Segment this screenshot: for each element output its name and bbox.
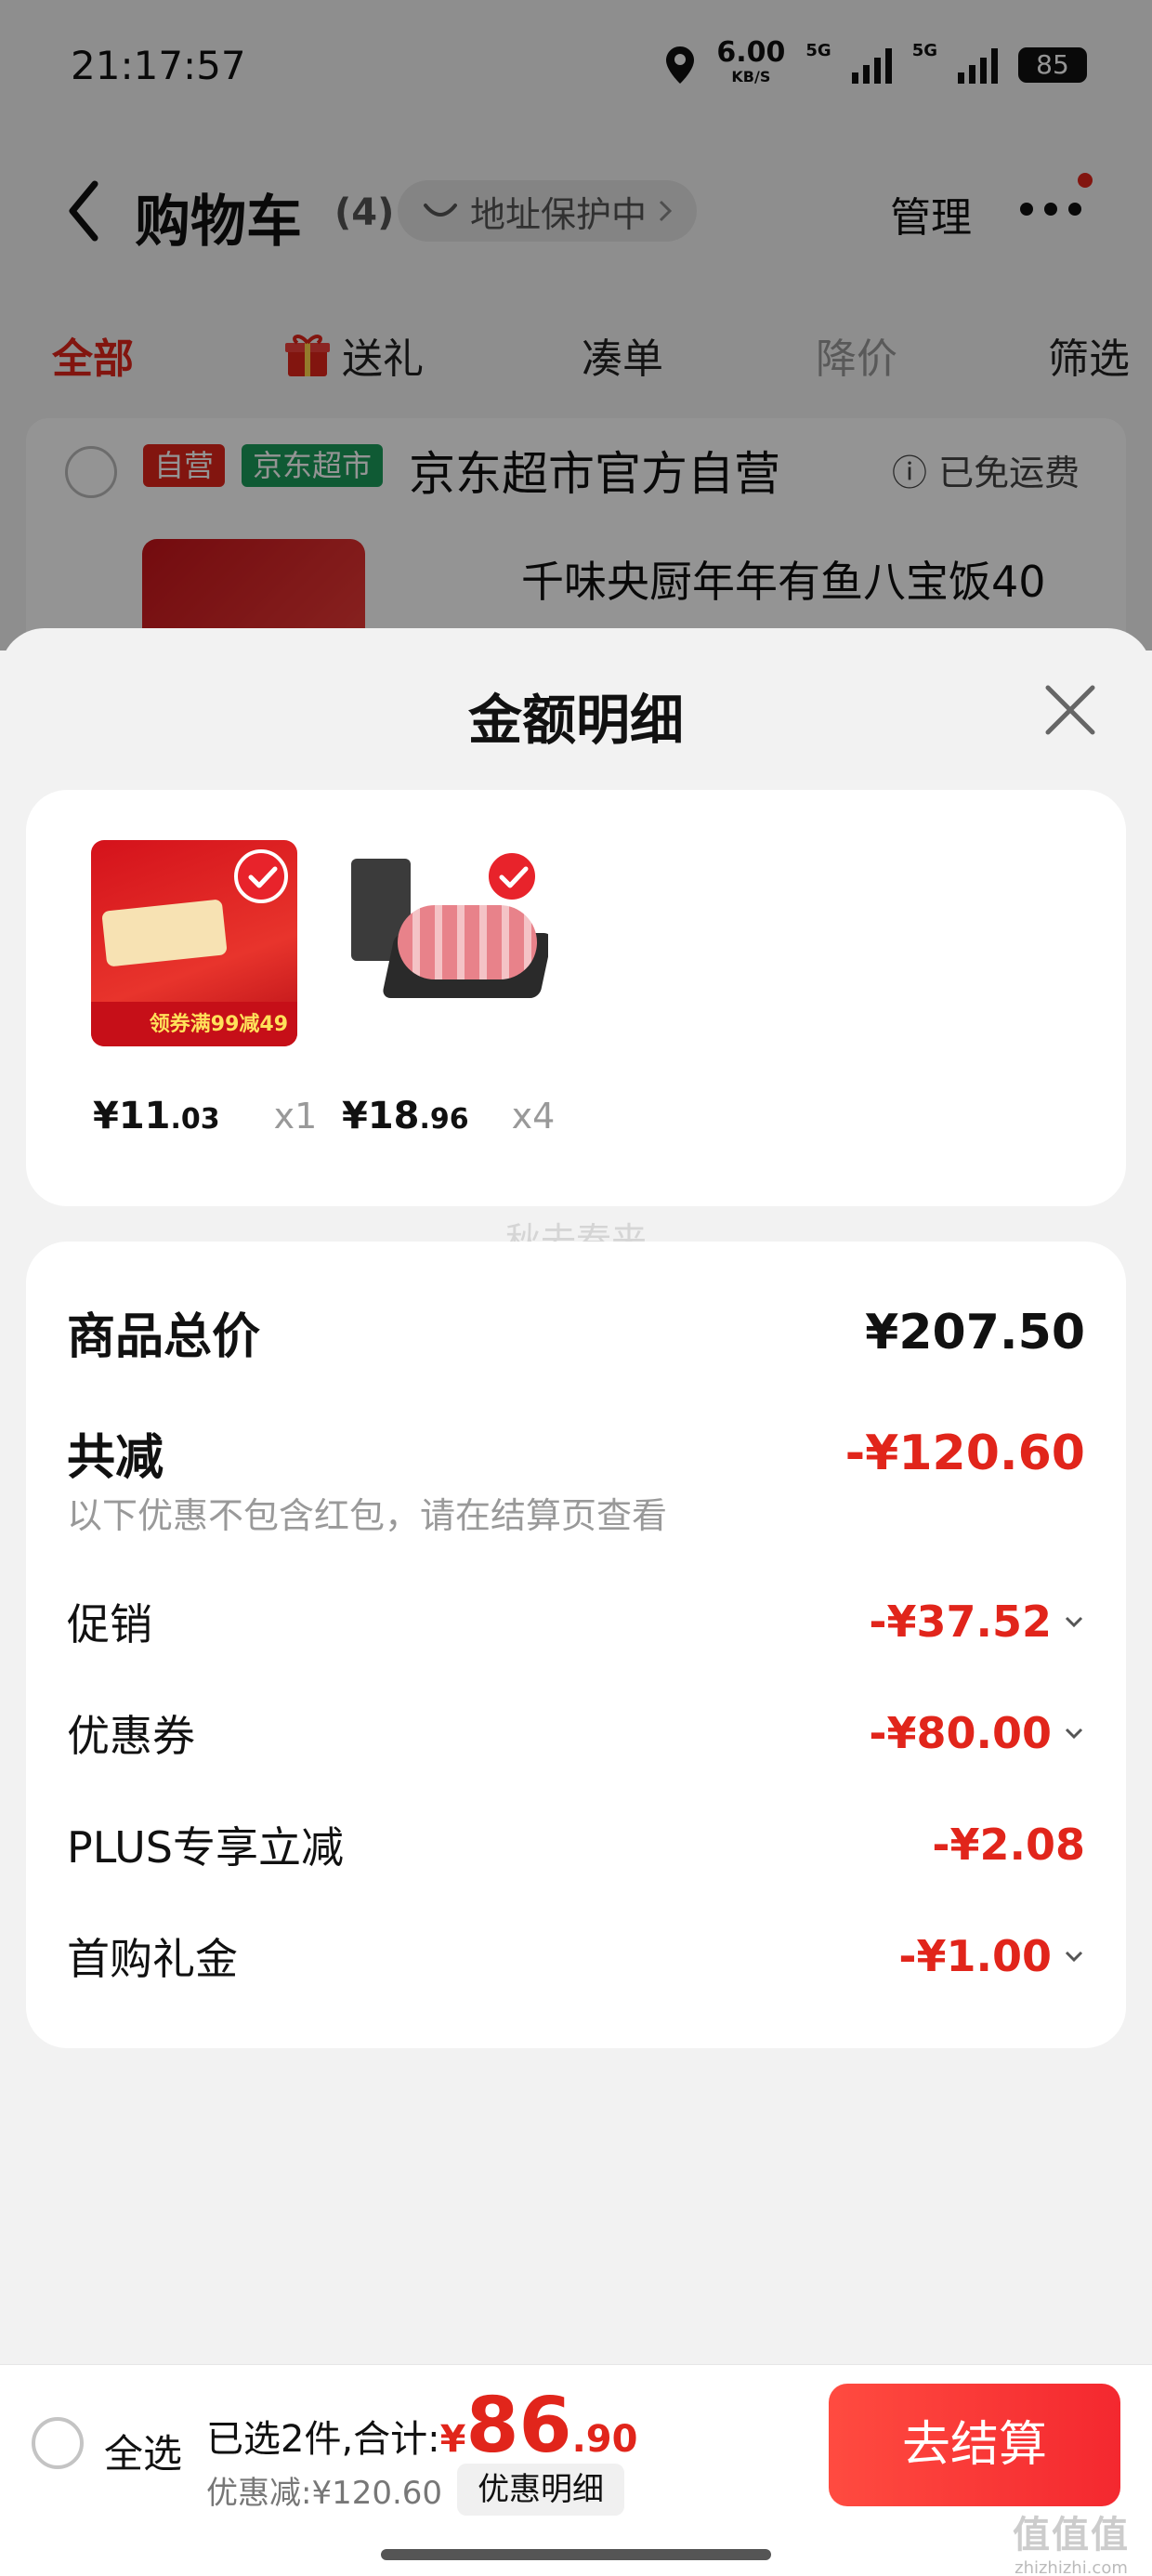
total-reduction-label: 共减 xyxy=(67,1430,164,1486)
total-reduction-row: 共减 -¥120.60 xyxy=(67,1418,1085,1488)
chevron-down-icon xyxy=(1065,1616,1083,1628)
promotion-value: -¥37.52 xyxy=(869,1597,1085,1647)
selected-item[interactable] xyxy=(342,840,565,1046)
total-amount-decimal: .90 xyxy=(571,2418,638,2461)
select-all-radio[interactable] xyxy=(32,2417,84,2469)
checkout-bar: 全选 已选2件,合计: ¥ 86 .90 优惠减:¥120.60 优惠明细 去结… xyxy=(0,2364,1152,2576)
item-price-row: ¥18 .96 x4 xyxy=(342,1095,555,1137)
amount-detail-sheet: 金额明细 领券满99减49 ¥11 .03 x1 ¥18 .96 x4 秋去春来… xyxy=(0,628,1152,2364)
promotion-label: 促销 xyxy=(67,1599,152,1649)
first-purchase-gift-label: 首购礼金 xyxy=(67,1934,238,1984)
checkout-button[interactable]: 去结算 xyxy=(829,2384,1120,2506)
chevron-down-icon xyxy=(1065,1728,1083,1740)
total-reduction-value: -¥120.60 xyxy=(844,1425,1085,1481)
chevron-down-icon xyxy=(1065,1951,1083,1963)
coupon-label: 优惠券 xyxy=(67,1711,195,1761)
reduction-note: 以下优惠不包含红包，请在结算页查看 xyxy=(67,1495,668,1536)
summary-label: 已选2件,合计: xyxy=(206,2418,440,2461)
discount-line: 优惠减:¥120.60 优惠明细 xyxy=(206,2464,625,2516)
total-price-label: 商品总价 xyxy=(67,1309,261,1365)
total-price-value: ¥207.50 xyxy=(865,1304,1085,1360)
item-price-decimal: .96 xyxy=(419,1103,469,1136)
item-price-decimal: .03 xyxy=(170,1103,220,1136)
product-image-beef-rolls xyxy=(342,840,548,1046)
item-price-row: ¥11 .03 x1 xyxy=(93,1095,317,1137)
close-icon[interactable] xyxy=(1041,680,1100,740)
plus-discount-value: -¥2.08 xyxy=(932,1820,1085,1870)
coupon-row[interactable]: 优惠券 -¥80.00 xyxy=(67,1702,1085,1764)
selected-item[interactable]: 领券满99减49 xyxy=(91,840,314,1046)
total-amount: 86 xyxy=(465,2382,572,2470)
discount-amount: 优惠减:¥120.60 xyxy=(206,2474,443,2512)
product-image-eight-treasure-rice: 领券满99减49 xyxy=(91,840,297,1046)
site-watermark: 值值值 zhizhizhi.com xyxy=(1013,2514,1130,2576)
item-quantity: x1 xyxy=(273,1096,318,1137)
plus-discount-row: PLUS专享立减 -¥2.08 xyxy=(67,1814,1085,1875)
checked-icon xyxy=(485,849,539,903)
modal-overlay[interactable] xyxy=(0,0,1152,651)
discount-detail-button[interactable]: 优惠明细 xyxy=(457,2464,625,2516)
total-price-row: 商品总价 ¥207.50 xyxy=(67,1297,1085,1367)
first-purchase-gift-row[interactable]: 首购礼金 -¥1.00 xyxy=(67,1925,1085,1987)
promotion-row[interactable]: 促销 -¥37.52 xyxy=(67,1591,1085,1652)
sheet-title: 金额明细 xyxy=(467,689,684,752)
checked-icon xyxy=(234,849,288,903)
item-quantity: x4 xyxy=(511,1096,556,1137)
plus-discount-label: PLUS专享立减 xyxy=(67,1822,344,1873)
first-purchase-gift-value: -¥1.00 xyxy=(898,1931,1085,1981)
home-indicator[interactable] xyxy=(381,2549,771,2560)
select-all-label[interactable]: 全选 xyxy=(104,2423,182,2479)
item-price: ¥11 xyxy=(93,1095,171,1137)
price-detail-card: 商品总价 ¥207.50 共减 -¥120.60 以下优惠不包含红包，请在结算页… xyxy=(26,1242,1126,2048)
selected-items-card: 领券满99减49 ¥11 .03 x1 ¥18 .96 x4 xyxy=(26,790,1126,1206)
order-summary: 已选2件,合计: ¥ 86 .90 xyxy=(206,2382,637,2471)
currency-symbol: ¥ xyxy=(439,2418,466,2461)
item-price: ¥18 xyxy=(342,1095,420,1137)
coupon-value: -¥80.00 xyxy=(869,1708,1085,1758)
